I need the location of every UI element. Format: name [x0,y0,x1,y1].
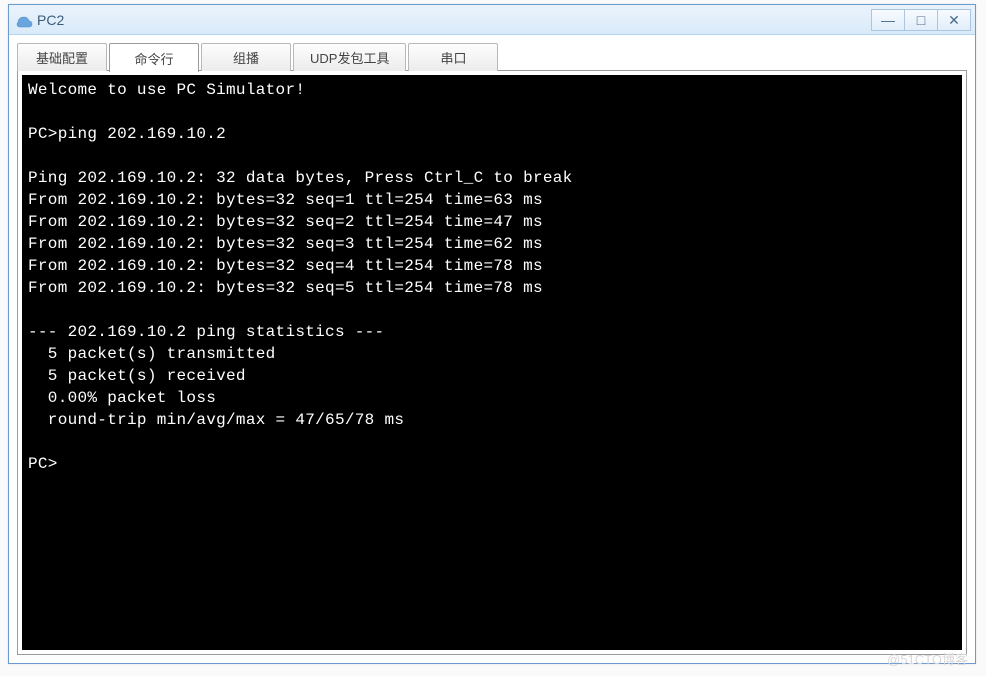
app-window: PC2 — □ ✕ 基础配置 命令行 组播 UDP发包工具 串口 Welcome… [8,4,976,664]
close-button[interactable]: ✕ [937,9,971,31]
ping-reply: From 202.169.10.2: bytes=32 seq=2 ttl=25… [28,213,543,231]
tab-label: 串口 [440,48,466,67]
tab-strip: 基础配置 命令行 组播 UDP发包工具 串口 [17,43,967,71]
tab-label: UDP发包工具 [310,48,389,67]
tab-label: 命令行 [134,49,173,68]
ping-stats-header: --- 202.169.10.2 ping statistics --- [28,323,384,341]
terminal-welcome: Welcome to use PC Simulator! [28,81,305,99]
window-title: PC2 [37,12,872,28]
app-icon [15,11,33,29]
terminal-prompt: PC> [28,455,58,473]
tab-panel: Welcome to use PC Simulator! PC>ping 202… [17,70,967,655]
tab-command-line[interactable]: 命令行 [109,43,199,72]
tab-serial[interactable]: 串口 [408,43,498,71]
client-area: 基础配置 命令行 组播 UDP发包工具 串口 Welcome to use PC… [9,35,975,663]
window-controls: — □ ✕ [872,9,971,31]
titlebar[interactable]: PC2 — □ ✕ [9,5,975,35]
maximize-button[interactable]: □ [904,9,938,31]
ping-header: Ping 202.169.10.2: 32 data bytes, Press … [28,169,573,187]
minimize-button[interactable]: — [871,9,905,31]
ping-stat: 5 packet(s) transmitted [28,345,276,363]
terminal-command: ping 202.169.10.2 [58,125,226,143]
ping-stat: round-trip min/avg/max = 47/65/78 ms [28,411,404,429]
ping-reply: From 202.169.10.2: bytes=32 seq=1 ttl=25… [28,191,543,209]
ping-reply: From 202.169.10.2: bytes=32 seq=5 ttl=25… [28,279,543,297]
tab-label: 组播 [233,48,259,67]
ping-stat: 0.00% packet loss [28,389,216,407]
ping-stat: 5 packet(s) received [28,367,246,385]
terminal-prompt: PC> [28,125,58,143]
tab-label: 基础配置 [36,48,88,67]
ping-reply: From 202.169.10.2: bytes=32 seq=4 ttl=25… [28,257,543,275]
tab-basic-config[interactable]: 基础配置 [17,43,107,71]
terminal[interactable]: Welcome to use PC Simulator! PC>ping 202… [22,75,962,650]
ping-reply: From 202.169.10.2: bytes=32 seq=3 ttl=25… [28,235,543,253]
tab-udp-tool[interactable]: UDP发包工具 [293,43,406,71]
tab-multicast[interactable]: 组播 [201,43,291,71]
